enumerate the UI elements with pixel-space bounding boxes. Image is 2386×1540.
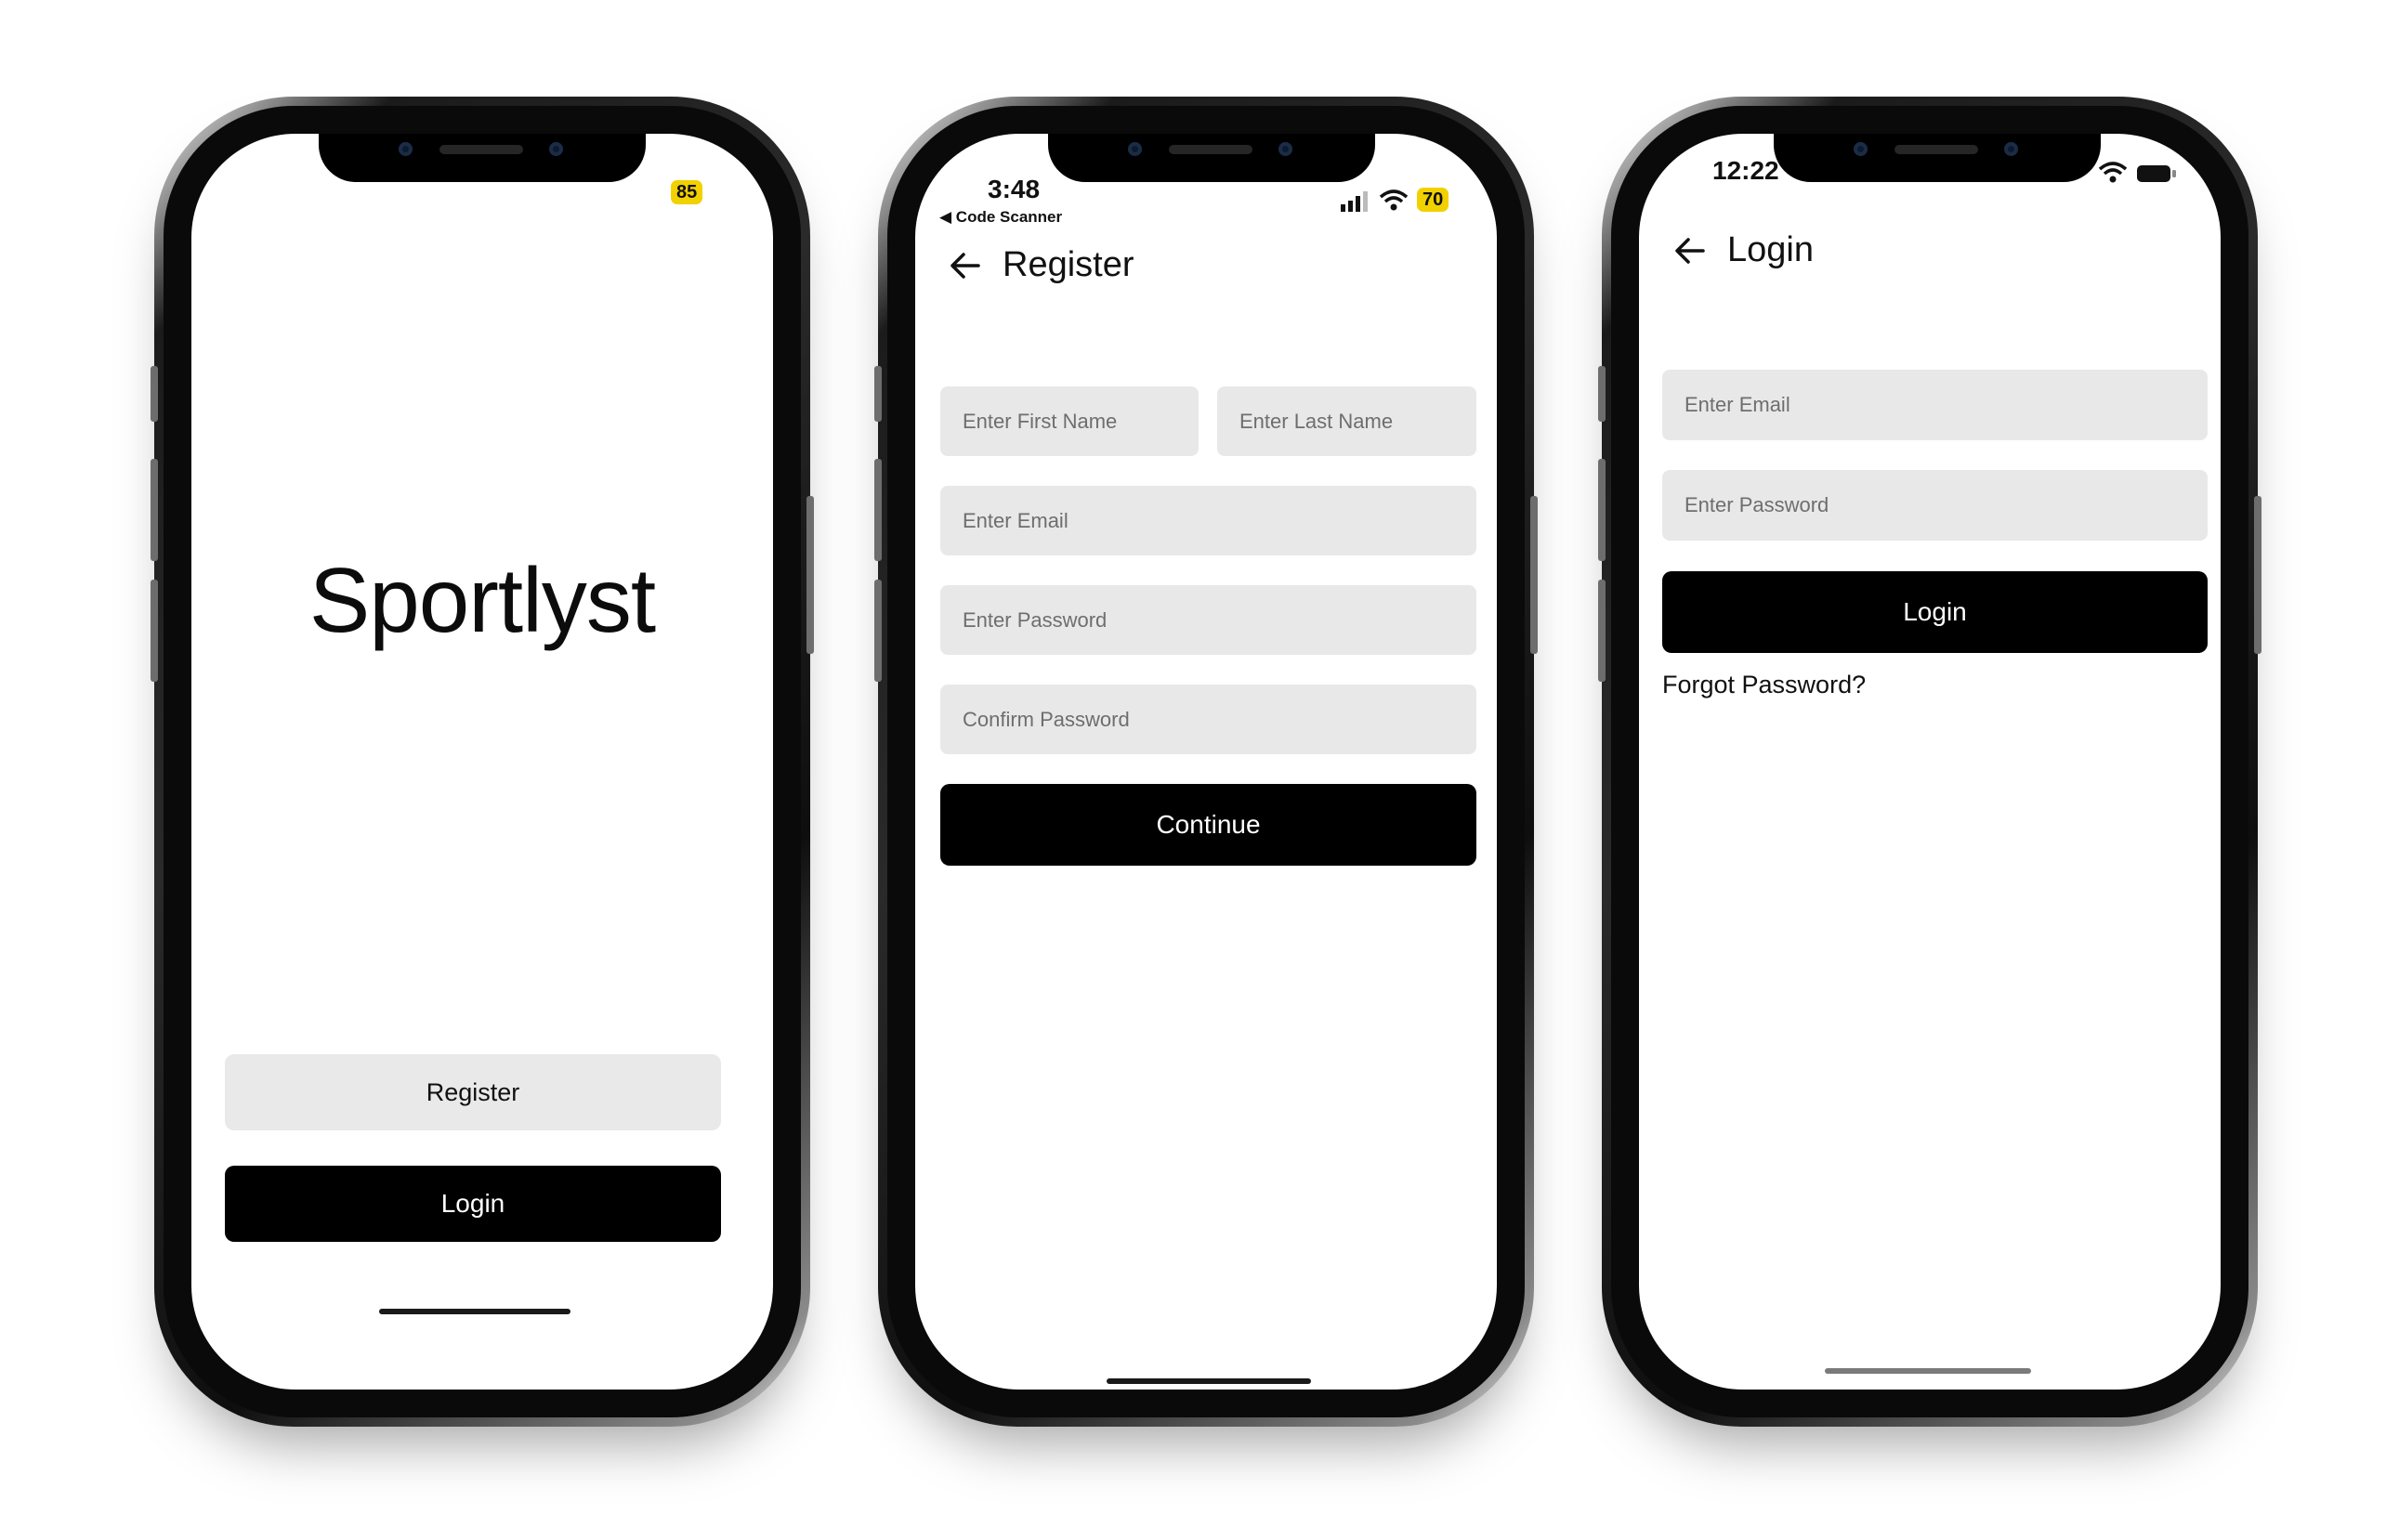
login-screen: 12:22 Login Enter Email Enter Password L… [1639,134,2221,1390]
camera [1278,142,1292,156]
status-time: 3:48 [988,175,1041,203]
side-button [151,459,158,561]
back-arrow-icon[interactable] [1673,237,1707,265]
phone-frame-splash: 85 Sportlyst Register Login [151,97,814,1427]
notch [1048,134,1375,182]
side-button [1598,366,1606,422]
camera [399,142,413,156]
register-screen: 3:48 ◀ Code Scanner 70 Register Enter Fi… [915,134,1497,1390]
side-button [1598,459,1606,561]
back-to-app-link[interactable]: ◀ Code Scanner [939,208,1062,227]
side-button [1598,580,1606,682]
status-time: 12:22 [1712,156,1779,185]
home-indicator [379,1309,570,1314]
first-name-field[interactable]: Enter First Name [940,386,1199,456]
notch [319,134,646,182]
battery-icon [2137,165,2176,182]
page-title: Register [1003,245,1134,284]
wifi-icon [1380,189,1408,211]
page-header: Login [1673,230,1814,270]
email-field[interactable]: Enter Email [1662,370,2208,440]
battery-icon: 85 [671,180,703,204]
home-indicator [1107,1378,1311,1384]
login-button[interactable]: Login [225,1166,721,1242]
continue-button[interactable]: Continue [940,784,1476,866]
notch [1774,134,2101,182]
side-button [874,366,882,422]
page-header: Register [949,245,1134,285]
side-button [151,580,158,682]
email-field[interactable]: Enter Email [940,486,1476,555]
wifi-icon [2099,162,2127,183]
speaker [1894,145,1978,154]
phone-frame-login: 12:22 Login Enter Email Enter Password L… [1598,97,2261,1427]
side-button [2254,496,2261,654]
side-button [874,580,882,682]
password-field[interactable]: Enter Password [940,585,1476,655]
app-logo-text: Sportlyst [308,549,656,651]
side-button [1530,496,1538,654]
camera [549,142,563,156]
forgot-password-link[interactable]: Forgot Password? [1662,671,1866,699]
battery-icon: 70 [1417,188,1449,212]
cellular-signal-icon [1341,191,1368,212]
camera [1128,142,1142,156]
splash-screen: 85 Sportlyst Register Login [191,134,773,1390]
speaker [1169,145,1252,154]
home-indicator [1825,1368,2031,1374]
page-title: Login [1727,230,1814,269]
side-button [151,366,158,422]
confirm-password-field[interactable]: Confirm Password [940,685,1476,754]
side-button [806,496,814,654]
camera [2004,142,2018,156]
last-name-field[interactable]: Enter Last Name [1217,386,1476,456]
back-arrow-icon[interactable] [949,252,982,280]
register-button[interactable]: Register [225,1054,721,1130]
side-button [874,459,882,561]
speaker [439,145,523,154]
camera [1854,142,1868,156]
phone-frame-register: 3:48 ◀ Code Scanner 70 Register Enter Fi… [874,97,1538,1427]
login-button[interactable]: Login [1662,571,2208,653]
password-field[interactable]: Enter Password [1662,470,2208,541]
